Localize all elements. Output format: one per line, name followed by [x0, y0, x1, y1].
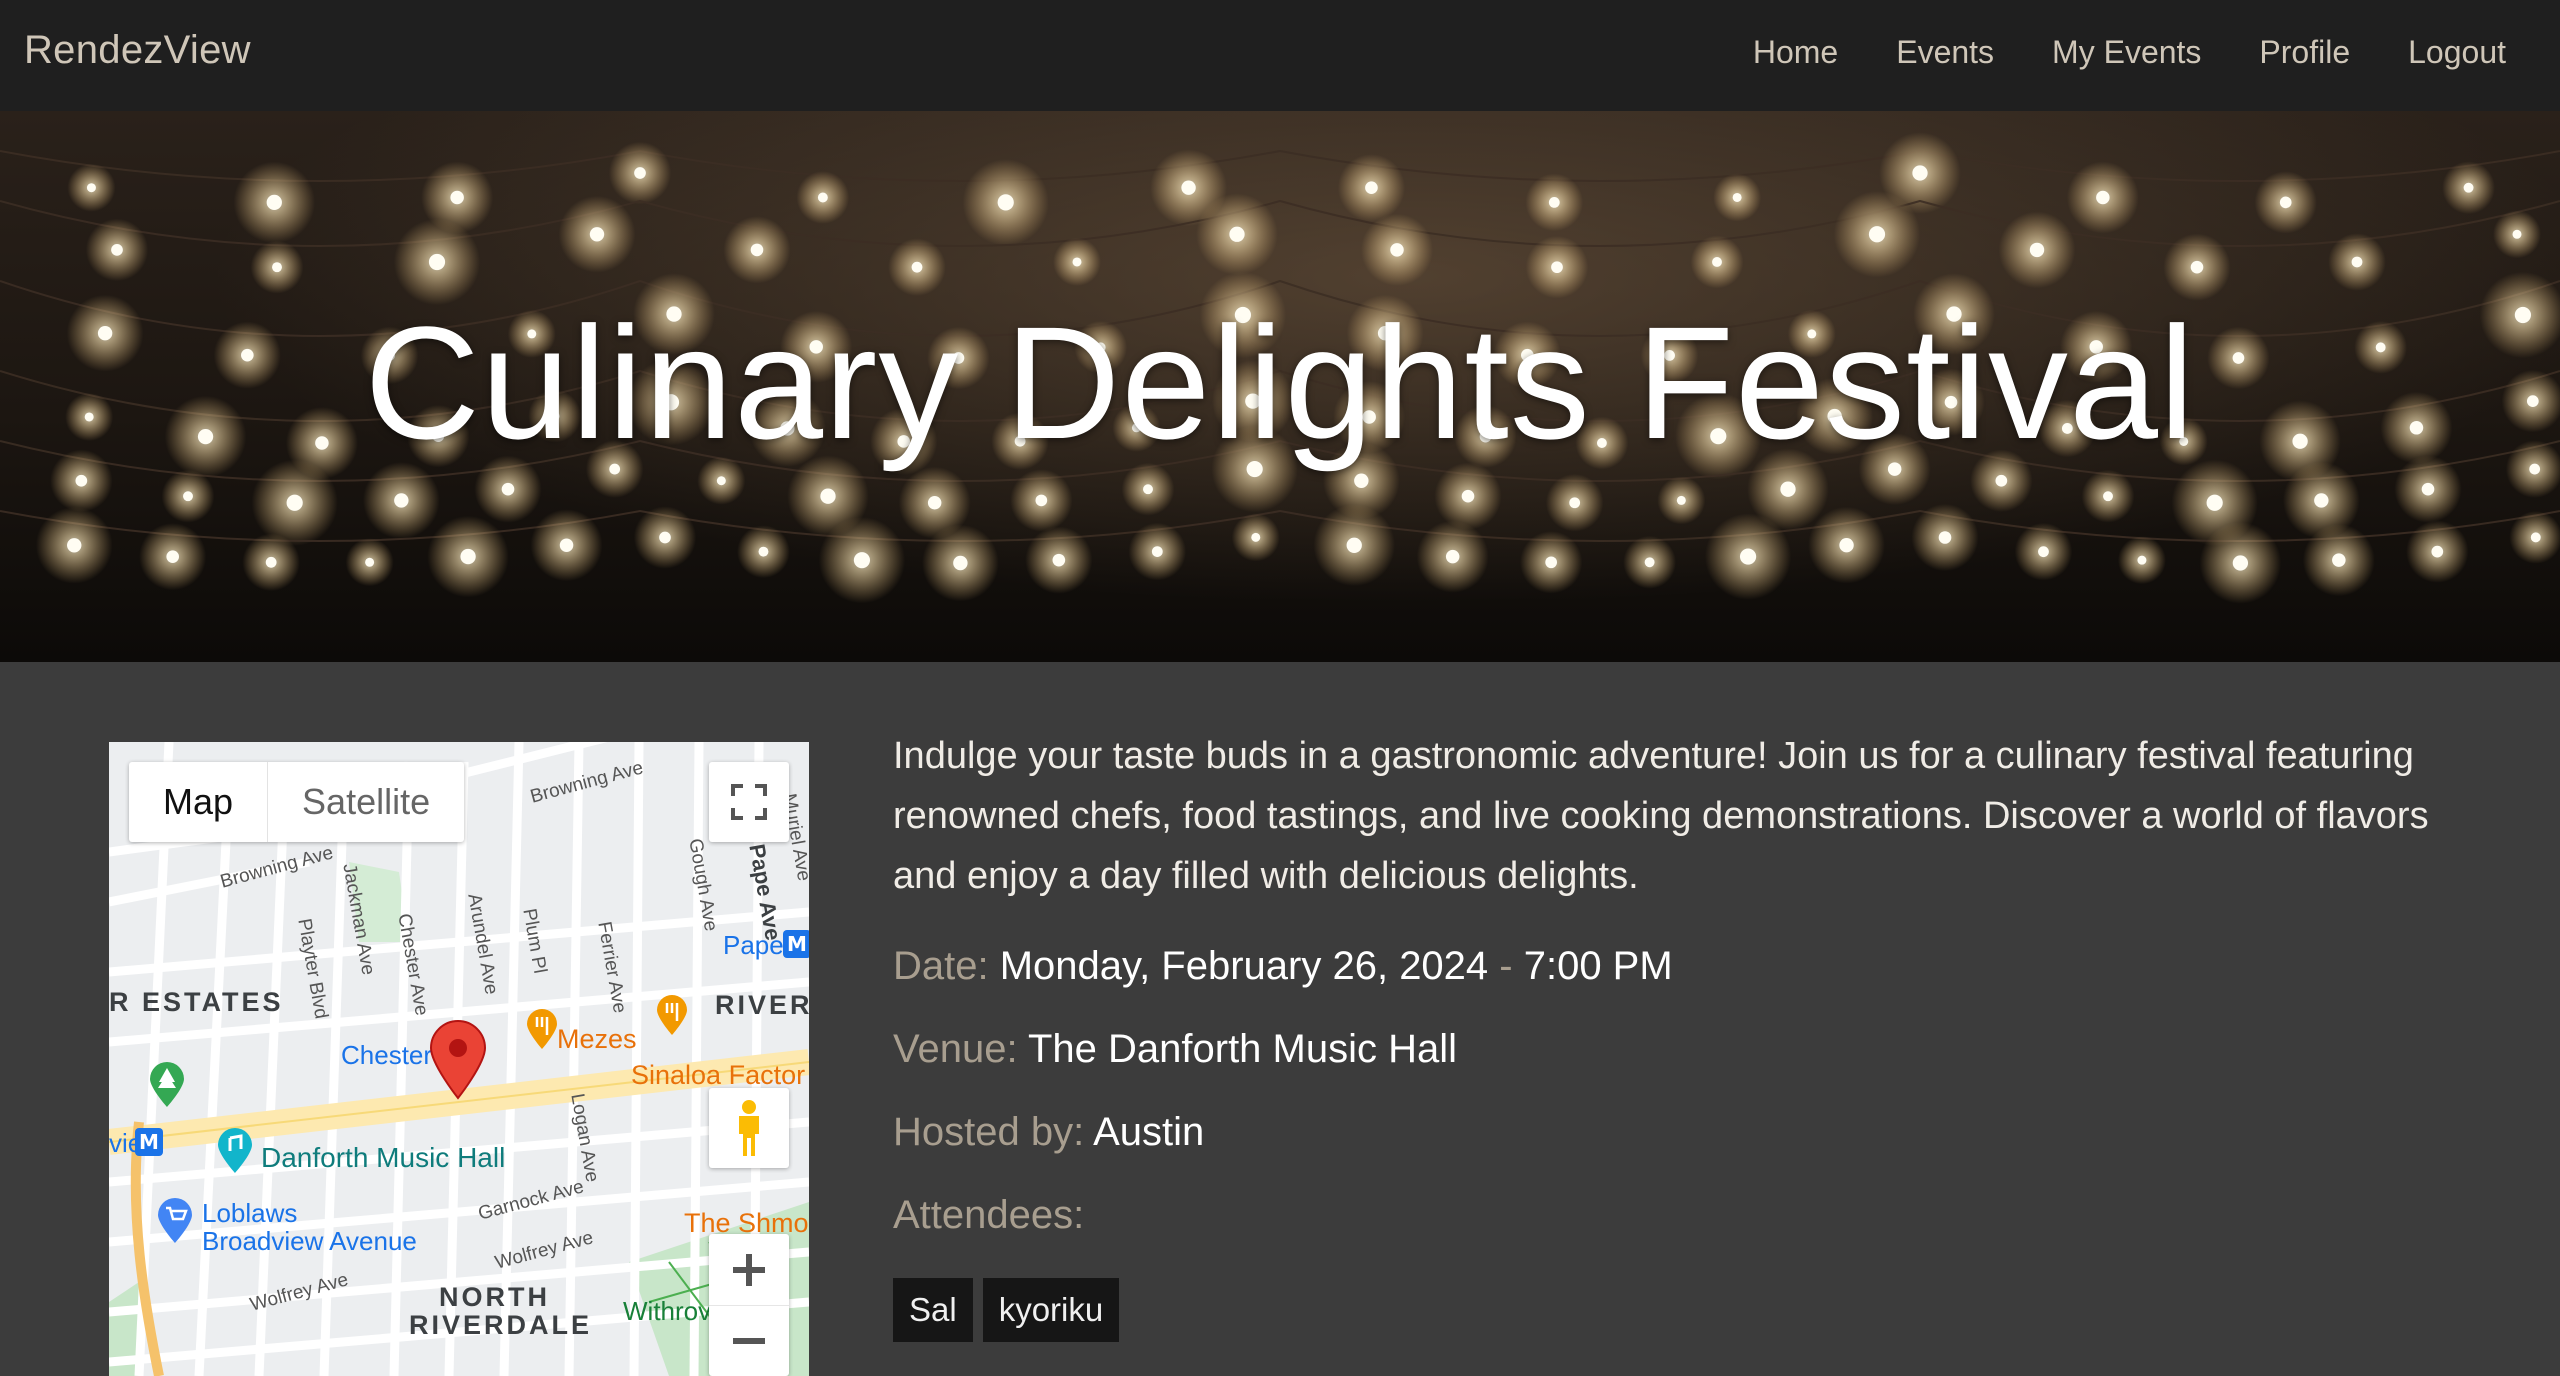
- host-value: Austin: [1093, 1110, 1205, 1154]
- map-label-estates: R ESTATES: [109, 987, 284, 1017]
- date-time-separator: -: [1488, 944, 1524, 988]
- hero-banner: Culinary Delights Festival: [0, 111, 2560, 662]
- music-venue-marker-icon[interactable]: [215, 1126, 255, 1174]
- map-label-loblaws-sub[interactable]: Broadview Avenue: [202, 1226, 417, 1257]
- event-title: Culinary Delights Festival: [364, 293, 2196, 472]
- map-type-control: Map Satellite: [129, 762, 465, 842]
- nav-home[interactable]: Home: [1753, 34, 1838, 71]
- plus-icon: [733, 1253, 765, 1286]
- map-label-north: NORTH: [439, 1282, 550, 1312]
- metro-station-icon[interactable]: M: [135, 1128, 163, 1156]
- attendee-badge[interactable]: Sal: [893, 1278, 973, 1342]
- attendees-label: Attendees:: [893, 1193, 1085, 1237]
- venue-label: Venue:: [893, 1027, 1018, 1071]
- date-label: Date:: [893, 944, 989, 988]
- map-label-pape-station[interactable]: Pape: [723, 930, 784, 961]
- date-value: Monday, February 26, 2024: [999, 944, 1489, 988]
- shopping-marker-icon[interactable]: [155, 1196, 195, 1244]
- metro-station-icon[interactable]: M: [783, 930, 809, 958]
- pegman-icon: [739, 1100, 759, 1156]
- nav-my-events[interactable]: My Events: [2052, 34, 2201, 71]
- restaurant-marker-icon[interactable]: [525, 1008, 559, 1050]
- map-type-map-button[interactable]: Map: [129, 762, 267, 842]
- map-label-danforth-music-hall[interactable]: Danforth Music Hall: [261, 1142, 505, 1174]
- nav-links: Home Events My Events Profile Logout: [1695, 34, 2506, 71]
- zoom-control: [709, 1234, 789, 1376]
- navbar: RendezView Home Events My Events Profile…: [0, 0, 2560, 111]
- map-type-satellite-button[interactable]: Satellite: [267, 762, 464, 842]
- nav-profile[interactable]: Profile: [2259, 34, 2350, 71]
- street-view-pegman-button[interactable]: [709, 1088, 789, 1168]
- attendee-badge[interactable]: kyoriku: [982, 1278, 1120, 1342]
- fullscreen-button[interactable]: [709, 762, 789, 842]
- map-label-chester-station[interactable]: Chester: [341, 1040, 432, 1071]
- map-label-sinaloa[interactable]: Sinaloa Factor: [631, 1060, 805, 1091]
- minus-icon: [733, 1337, 765, 1344]
- attendee-list: Sal kyoriku: [893, 1278, 2493, 1342]
- map-label-river: RIVER: [715, 990, 809, 1020]
- venue-value: The Danforth Music Hall: [1027, 1027, 1458, 1071]
- map-label-riverdale: RIVERDALE: [409, 1310, 593, 1340]
- zoom-out-button[interactable]: [709, 1306, 789, 1376]
- svg-text:M: M: [139, 1130, 159, 1154]
- event-details: Indulge your taste buds in a gastronomic…: [893, 726, 2493, 1342]
- event-date-row: Date: Monday, February 26, 2024 - 7:00 P…: [893, 944, 2493, 989]
- nav-events[interactable]: Events: [1896, 34, 1994, 71]
- host-label: Hosted by:: [893, 1110, 1085, 1154]
- event-description: Indulge your taste buds in a gastronomic…: [893, 735, 2429, 897]
- event-map[interactable]: Browning Ave Browning Ave Jackman Ave Pl…: [109, 742, 809, 1376]
- time-value: 7:00 PM: [1523, 944, 1673, 988]
- brand-logo[interactable]: RendezView: [24, 28, 251, 73]
- restaurant-marker-icon[interactable]: [655, 994, 689, 1036]
- event-host-row: Hosted by: Austin: [893, 1110, 2493, 1155]
- svg-text:M: M: [787, 932, 807, 956]
- event-location-pin-icon[interactable]: [427, 1018, 489, 1100]
- map-label-loblaws[interactable]: Loblaws: [202, 1198, 297, 1229]
- map-label-mezes[interactable]: Mezes: [557, 1024, 637, 1055]
- park-marker-icon[interactable]: [147, 1060, 187, 1108]
- zoom-in-button[interactable]: [709, 1235, 789, 1306]
- map-label-withrow[interactable]: Withrov: [623, 1296, 711, 1327]
- event-venue-row: Venue: The Danforth Music Hall: [893, 1027, 2493, 1072]
- nav-logout[interactable]: Logout: [2408, 34, 2506, 71]
- fullscreen-icon: [731, 784, 767, 820]
